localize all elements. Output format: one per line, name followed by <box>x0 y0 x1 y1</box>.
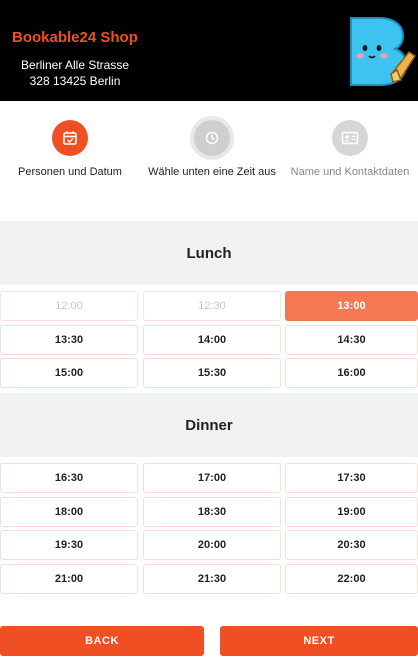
time-slot-1300[interactable]: 13:00 <box>285 291 418 321</box>
clock-icon <box>205 131 219 145</box>
step-2-circle <box>194 120 230 156</box>
header-bar: Bookable24 Shop Berliner Alle Strasse 32… <box>0 0 418 101</box>
time-slot-1830[interactable]: 18:30 <box>143 496 281 527</box>
time-slot-1800[interactable]: 18:00 <box>0 496 138 527</box>
time-slot-2100[interactable]: 21:00 <box>0 563 138 594</box>
time-slot-1530[interactable]: 15:30 <box>143 358 281 389</box>
step-2-label: Wähle unten eine Zeit aus <box>148 166 276 178</box>
time-slot-1700[interactable]: 17:00 <box>143 463 281 493</box>
step-kontaktdaten[interactable]: Name und Kontaktdaten <box>280 118 418 178</box>
next-button[interactable]: NEXT <box>220 626 418 656</box>
dinner-section-title: Dinner <box>0 393 418 457</box>
time-slot-1230: 12:30 <box>143 291 281 321</box>
time-slot-2200[interactable]: 22:00 <box>285 563 418 594</box>
time-slot-1630[interactable]: 16:30 <box>0 463 138 493</box>
time-slot-2130[interactable]: 21:30 <box>143 563 281 594</box>
time-slot-1730[interactable]: 17:30 <box>285 463 418 493</box>
time-slot-1430[interactable]: 14:30 <box>285 324 418 355</box>
step-1-label: Personen und Datum <box>18 166 122 178</box>
bookable-b-mascot-icon <box>350 17 417 86</box>
step-zeit-auswahl[interactable]: Wähle unten eine Zeit aus <box>142 118 282 178</box>
time-slot-2030[interactable]: 20:30 <box>285 530 418 561</box>
step-1-circle <box>52 120 88 156</box>
back-button[interactable]: BACK <box>0 626 204 656</box>
id-card-icon <box>341 131 359 145</box>
step-personen-datum[interactable]: Personen und Datum <box>0 118 140 178</box>
lunch-section-title: Lunch <box>0 221 418 285</box>
progress-steps: Personen und Datum Wähle unten eine Zeit… <box>0 118 418 188</box>
time-slot-1500[interactable]: 15:00 <box>0 358 138 389</box>
time-slot-1930[interactable]: 19:30 <box>0 530 138 561</box>
shop-name: Bookable24 Shop <box>12 29 138 46</box>
step-3-label: Name und Kontaktdaten <box>290 166 410 178</box>
calendar-check-icon <box>63 131 77 145</box>
shop-address: Berliner Alle Strasse 328 13425 Berlin <box>0 57 150 89</box>
time-slot-1330[interactable]: 13:30 <box>0 324 138 355</box>
step-3-circle <box>332 120 368 156</box>
time-slot-1600[interactable]: 16:00 <box>285 358 418 389</box>
time-slot-1200: 12:00 <box>0 291 138 321</box>
time-slot-1400[interactable]: 14:00 <box>143 324 281 355</box>
address-line-2: 328 13425 Berlin <box>29 74 121 88</box>
address-line-1: Berliner Alle Strasse <box>20 58 130 72</box>
time-slot-1900[interactable]: 19:00 <box>285 496 418 527</box>
time-slot-2000[interactable]: 20:00 <box>143 530 281 561</box>
